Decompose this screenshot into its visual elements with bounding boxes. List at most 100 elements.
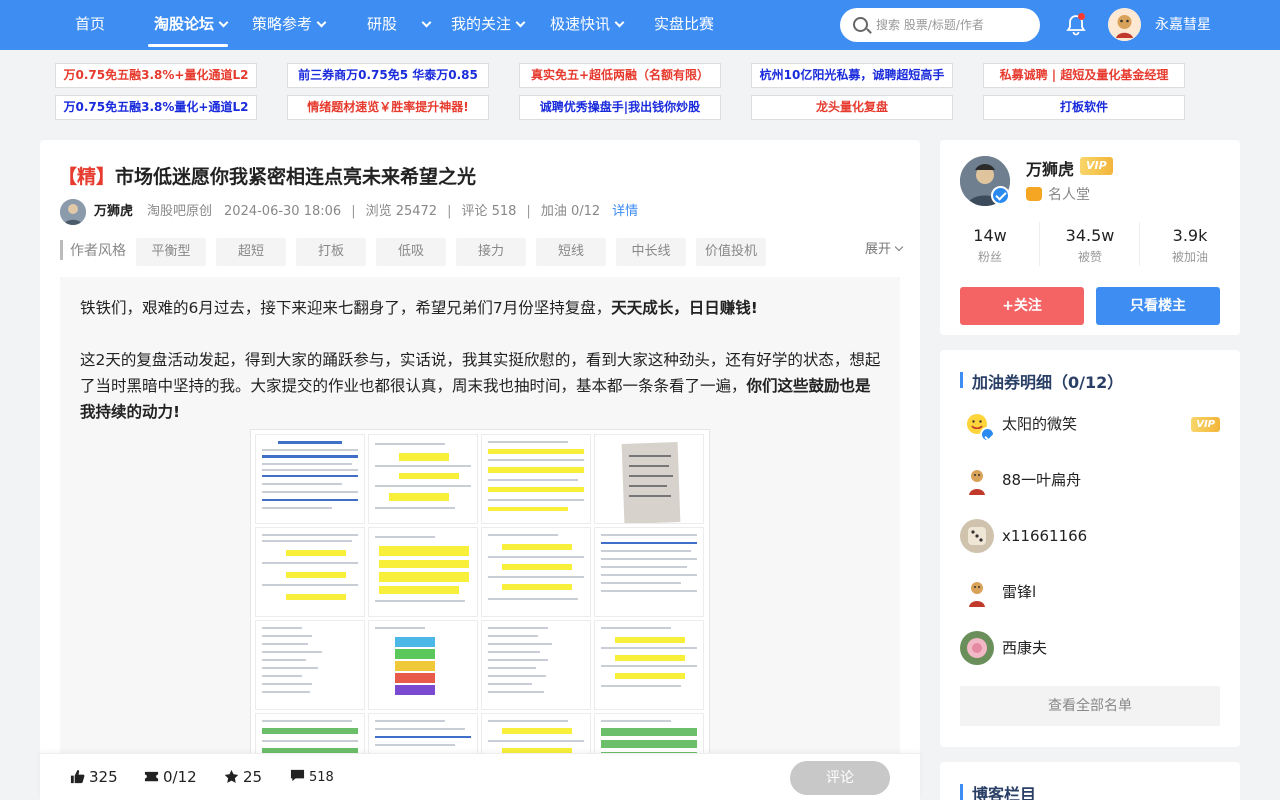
stat-likes[interactable]: 34.5w 被赞 bbox=[1040, 226, 1140, 265]
paragraph-bold: 天天成长，日日赚钱! bbox=[611, 299, 758, 317]
ad-link[interactable]: 万0.75免五融3.8%+量化通道L2 bbox=[55, 63, 257, 88]
thumbs-up-icon bbox=[70, 769, 85, 784]
user-name[interactable]: 西康夫 bbox=[1002, 631, 1047, 665]
user-name[interactable]: x11661166 bbox=[1002, 519, 1087, 553]
collage-thumb bbox=[594, 620, 704, 710]
collage-thumb bbox=[368, 434, 478, 524]
style-tag[interactable]: 打板 bbox=[296, 238, 366, 266]
stat-label: 粉丝 bbox=[977, 250, 1002, 264]
nav-item-strategy[interactable]: 策略参考 bbox=[252, 0, 327, 50]
user-name[interactable]: 88一叶扁舟 bbox=[1002, 463, 1081, 497]
ad-link[interactable]: 私募诚聘 | 超短及量化基金经理 bbox=[983, 63, 1185, 88]
collage-thumb bbox=[481, 527, 591, 617]
user-avatar[interactable] bbox=[1108, 8, 1141, 41]
ad-link[interactable]: 杭州10亿阳光私募，诚聘超短高手 bbox=[751, 63, 953, 88]
expand-button[interactable]: 展开 bbox=[864, 238, 904, 262]
screenshot-collage-image[interactable] bbox=[250, 429, 710, 800]
ad-link[interactable]: 情绪题材速览￥胜率提升神器! bbox=[287, 95, 489, 120]
style-tag[interactable]: 短线 bbox=[536, 238, 606, 266]
chevron-down-icon bbox=[316, 17, 327, 28]
favorite-button[interactable]: 25 bbox=[224, 754, 262, 800]
author-name[interactable]: 万狮虎 bbox=[94, 204, 133, 219]
user-name[interactable]: 雷锋l bbox=[1002, 575, 1036, 609]
favorite-count: 25 bbox=[243, 768, 263, 786]
fuel-count: 加油 0/12 bbox=[540, 204, 601, 219]
divider: | bbox=[526, 204, 531, 219]
only-host-button[interactable]: 只看楼主 bbox=[1096, 287, 1220, 325]
paragraph: 这2天的复盘活动发起，得到大家的踊跃参与，实话说，我其实挺欣慰的，看到大家这种劲… bbox=[80, 347, 885, 425]
list-item[interactable]: 太阳的微笑 VIP bbox=[960, 407, 1220, 443]
follow-button[interactable]: +关注 bbox=[960, 287, 1084, 325]
nav-label: 我的关注 bbox=[451, 15, 512, 33]
user-name[interactable]: 太阳的微笑 bbox=[1002, 407, 1077, 441]
ad-link[interactable]: 打板软件 bbox=[983, 95, 1185, 120]
blog-section-card: 博客栏目 bbox=[940, 762, 1240, 800]
stat-fans[interactable]: 14w 粉丝 bbox=[940, 226, 1040, 265]
user-avatar[interactable] bbox=[960, 519, 994, 553]
star-icon bbox=[224, 769, 239, 783]
search-icon[interactable] bbox=[853, 17, 868, 32]
ad-link[interactable]: 真实免五+超低两融（名额有限） bbox=[519, 63, 721, 88]
paragraph: 铁铁们，艰难的6月过去，接下来迎来七翻身了，希望兄弟们7月份坚持复盘，天天成长，… bbox=[80, 295, 885, 321]
paragraph-text: 铁铁们，艰难的6月过去，接下来迎来七翻身了，希望兄弟们7月份坚持复盘， bbox=[80, 299, 612, 317]
collage-thumb bbox=[368, 620, 478, 710]
search-box[interactable] bbox=[840, 8, 1040, 42]
article-title-text: 市场低迷愿你我紧密相连点亮未来希望之光 bbox=[115, 166, 477, 188]
article-datetime: 2024-06-30 18:06 bbox=[224, 204, 342, 219]
expand-label: 展开 bbox=[864, 242, 891, 257]
nav-username[interactable]: 永嘉彗星 bbox=[1155, 0, 1211, 50]
list-item[interactable]: 雷锋l bbox=[960, 575, 1220, 611]
style-tag[interactable]: 中长线 bbox=[616, 238, 686, 266]
ad-link[interactable]: 前三券商万0.75免5 华泰万0.85 bbox=[287, 63, 489, 88]
user-avatar[interactable] bbox=[960, 575, 994, 609]
divider: | bbox=[351, 204, 356, 219]
chevron-down-icon bbox=[614, 17, 625, 28]
list-item[interactable]: x11661166 bbox=[960, 519, 1220, 555]
top-nav: 首页 淘股论坛 策略参考 研股 我的关注 极速快讯 实盘比赛 永嘉彗星 bbox=[0, 0, 1280, 50]
hall-of-fame[interactable]: 名人堂 bbox=[1026, 184, 1090, 204]
collage-thumb bbox=[594, 527, 704, 617]
nav-label: 研股 bbox=[367, 15, 398, 33]
list-item[interactable]: 88一叶扁舟 bbox=[960, 463, 1220, 499]
comment-count-button[interactable]: 518 bbox=[290, 754, 334, 800]
style-tag[interactable]: 接力 bbox=[456, 238, 526, 266]
author-avatar[interactable] bbox=[60, 199, 86, 225]
style-tag[interactable]: 低吸 bbox=[376, 238, 446, 266]
detail-link[interactable]: 详情 bbox=[612, 204, 638, 219]
collage-thumb bbox=[368, 527, 478, 617]
section-title: 加油券明细（0/12） bbox=[960, 369, 1123, 393]
collage-thumb bbox=[255, 434, 365, 524]
view-all-button[interactable]: 查看全部名单 bbox=[960, 686, 1220, 726]
user-avatar[interactable] bbox=[960, 631, 994, 665]
chevron-down-icon bbox=[218, 17, 229, 28]
user-avatar[interactable] bbox=[960, 463, 994, 497]
like-button[interactable]: 325 bbox=[70, 754, 118, 800]
list-item[interactable]: 西康夫 bbox=[960, 631, 1220, 667]
featured-tag: 【精】 bbox=[58, 166, 116, 188]
author-style-label: 作者风格 bbox=[70, 243, 126, 259]
nav-item-flash-news[interactable]: 极速快讯 bbox=[550, 0, 625, 50]
stat-number: 3.9k bbox=[1172, 226, 1208, 245]
stat-fuel[interactable]: 3.9k 被加油 bbox=[1140, 226, 1240, 265]
search-input[interactable] bbox=[876, 14, 1031, 36]
ad-link[interactable]: 龙头量化复盘 bbox=[751, 95, 953, 120]
nav-item-contest[interactable]: 实盘比赛 bbox=[654, 0, 714, 50]
stat-label: 被赞 bbox=[1077, 250, 1102, 264]
nav-item-home[interactable]: 首页 bbox=[75, 0, 105, 50]
ad-link[interactable]: 万0.75免五融3.8%量化+通道L2 bbox=[55, 95, 257, 120]
hall-of-fame-label: 名人堂 bbox=[1048, 187, 1090, 203]
style-tag[interactable]: 超短 bbox=[216, 238, 286, 266]
fuel-button[interactable]: 0/12 bbox=[144, 754, 197, 800]
article-action-bar: 325 0/12 25 518 评论 bbox=[40, 753, 920, 800]
style-tag[interactable]: 价值投机 bbox=[696, 238, 766, 266]
style-tag[interactable]: 平衡型 bbox=[136, 238, 206, 266]
comment-button[interactable]: 评论 bbox=[790, 761, 890, 795]
author-name[interactable]: 万狮虎 bbox=[1026, 156, 1074, 180]
ad-link[interactable]: 诚聘优秀操盘手|我出钱你炒股 bbox=[519, 95, 721, 120]
section-title: 博客栏目 bbox=[960, 781, 1036, 800]
chevron-down-icon bbox=[515, 17, 526, 28]
nav-item-forum[interactable]: 淘股论坛 bbox=[154, 0, 229, 50]
stat-label: 被加油 bbox=[1171, 250, 1208, 264]
nav-item-following[interactable]: 我的关注 bbox=[451, 0, 526, 50]
nav-item-research[interactable]: 研股 bbox=[367, 0, 432, 50]
